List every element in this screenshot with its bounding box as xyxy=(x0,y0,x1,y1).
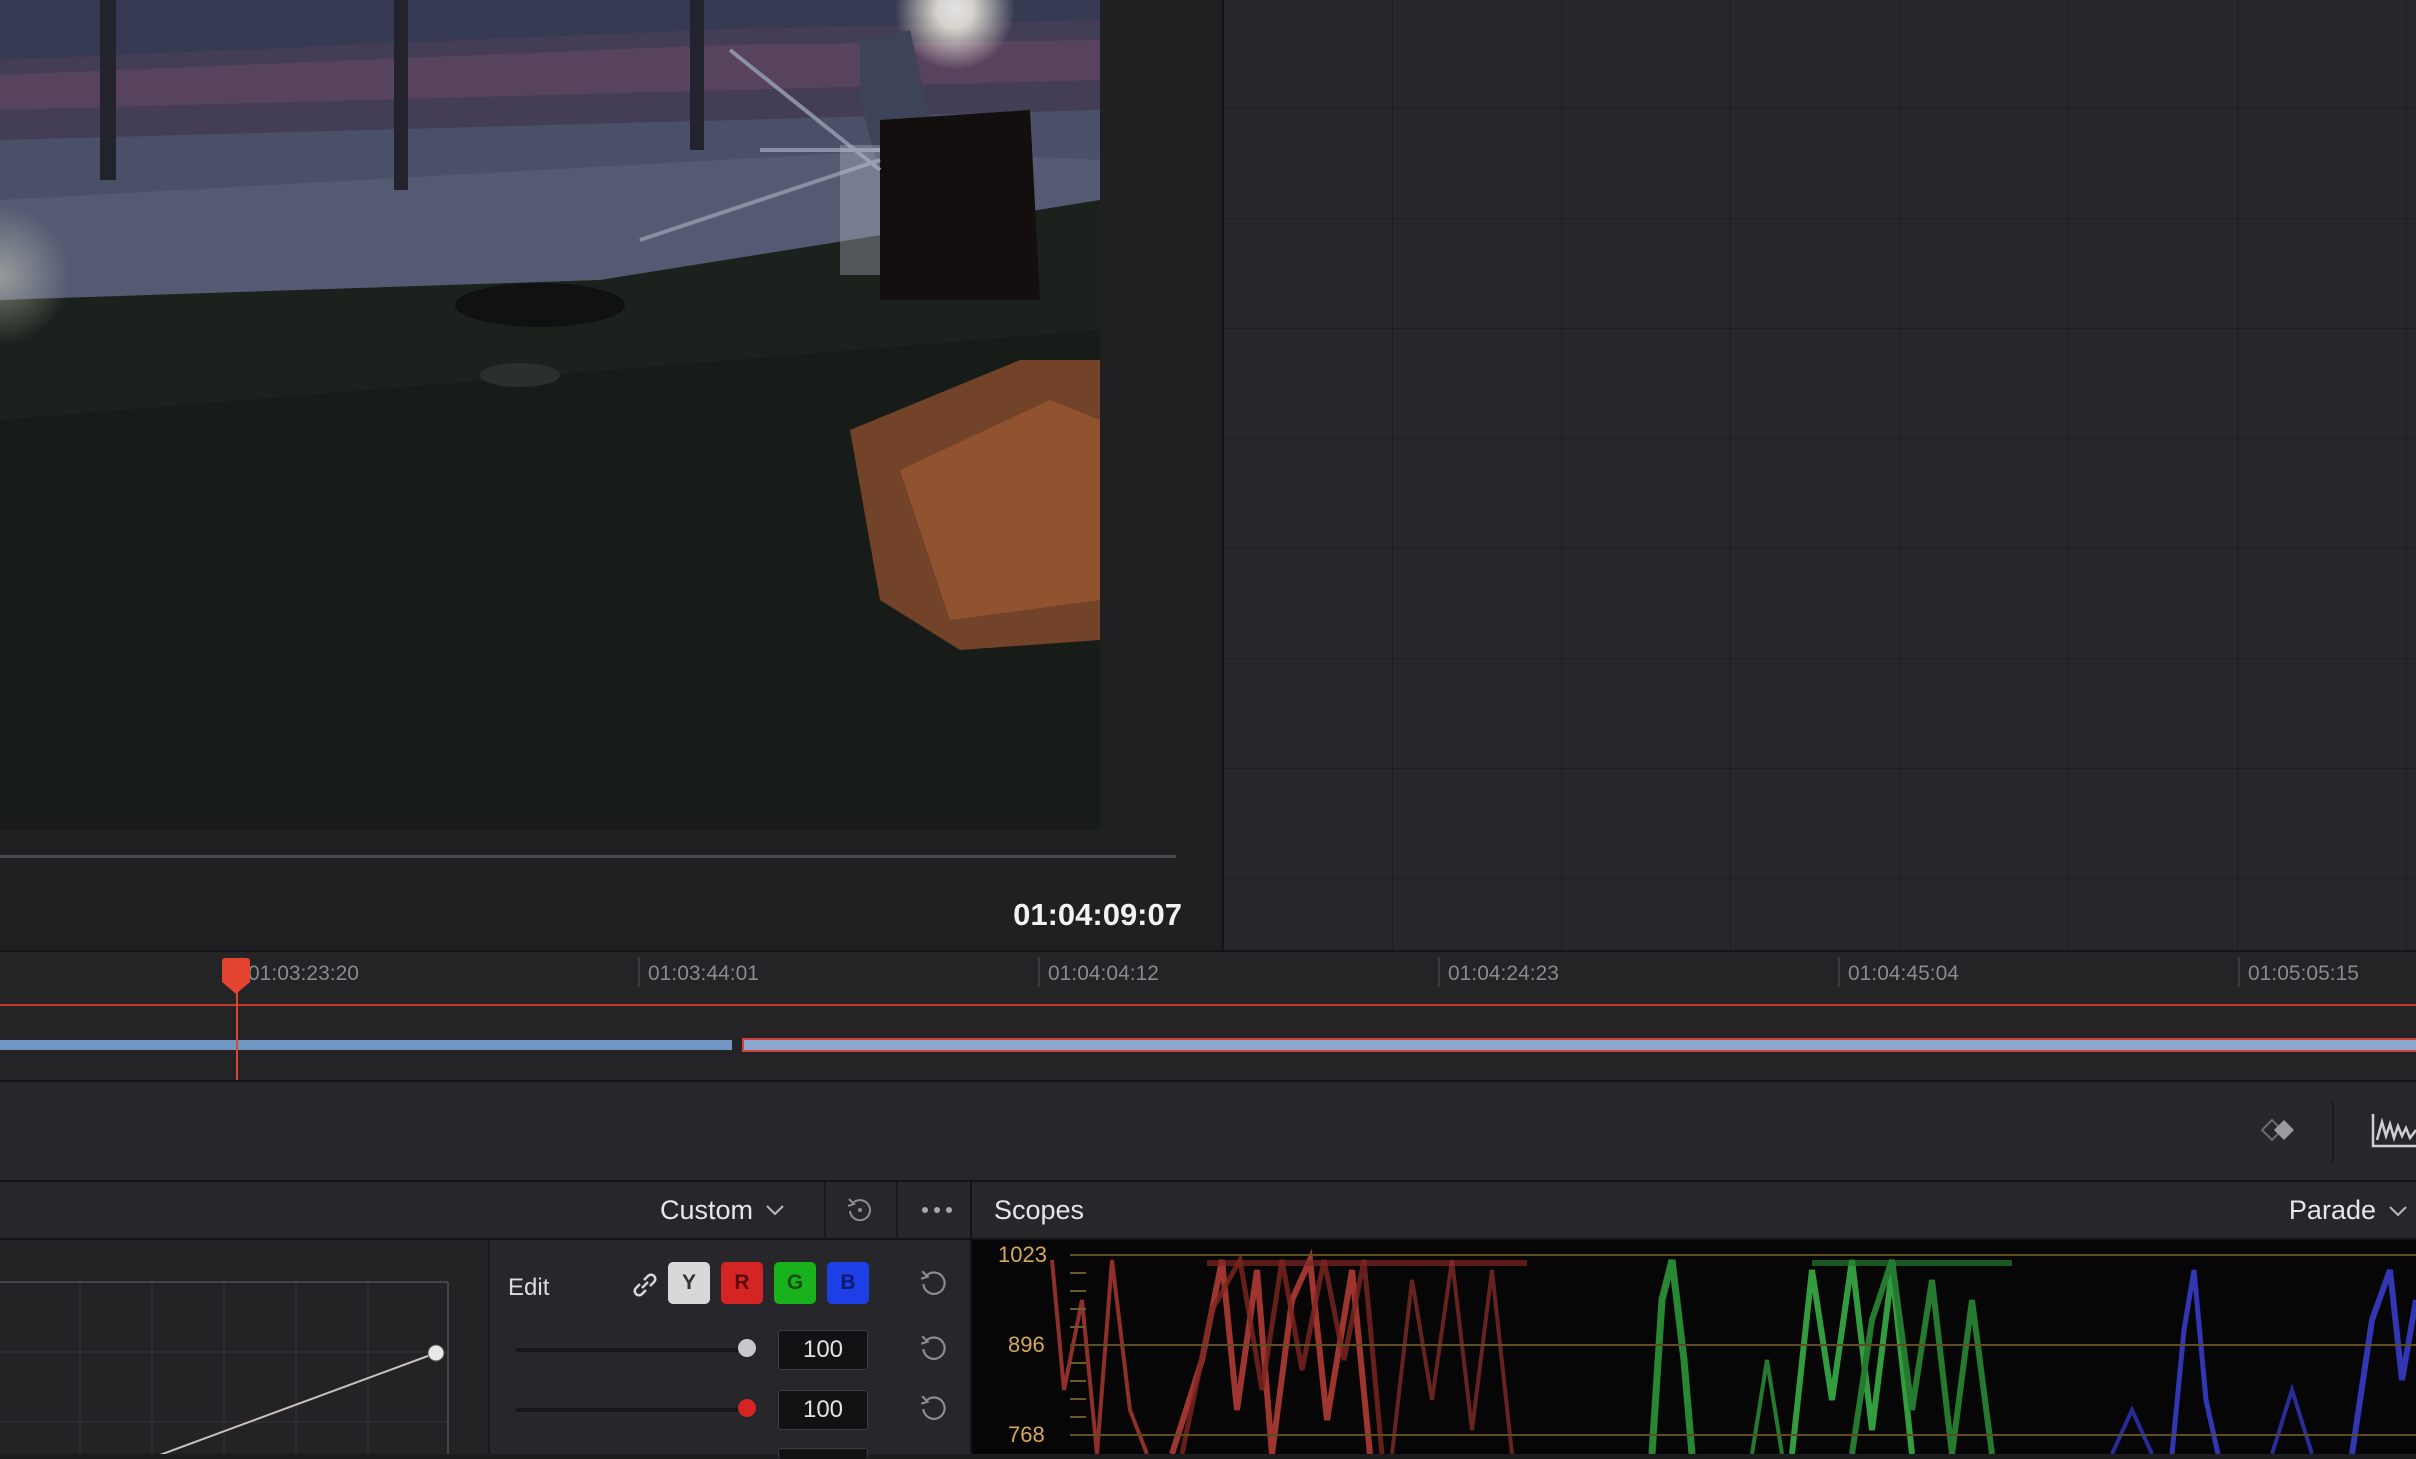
intensity-slider-knob[interactable] xyxy=(738,1399,756,1417)
header-divider xyxy=(896,1182,898,1238)
timeline-tick xyxy=(638,957,640,987)
curves-preset-label: Custom xyxy=(660,1194,754,1225)
timeline-tick xyxy=(2238,957,2240,987)
scope-scale-label: 896 xyxy=(1008,1332,1045,1357)
link-icon[interactable] xyxy=(630,1270,660,1300)
scopes-header: Scopes Parade xyxy=(972,1182,2416,1240)
scope-mode-label: Parade xyxy=(2288,1195,2376,1225)
intensity-value-field[interactable]: 100 xyxy=(778,1390,868,1430)
curve-graph[interactable] xyxy=(0,1240,490,1454)
video-image xyxy=(0,0,1100,830)
intensity-slider-track[interactable] xyxy=(516,1348,746,1352)
intensity-slider-knob[interactable] xyxy=(738,1339,756,1357)
reset-icon xyxy=(847,1198,871,1222)
timeline-clip-selected[interactable] xyxy=(742,1038,2416,1052)
intensity-value-field[interactable]: 100 xyxy=(778,1330,868,1370)
scope-scale-tick xyxy=(1070,1326,1086,1328)
curves-panel: Custom Edit Y R G B 100 100 xyxy=(0,1180,970,1459)
playhead-handle[interactable] xyxy=(222,958,250,982)
timeline-clip[interactable] xyxy=(0,1040,732,1050)
chevron-down-icon xyxy=(2389,1205,2407,1216)
keyframe-icon[interactable] xyxy=(2248,1115,2308,1145)
scope-scale-tick xyxy=(1070,1308,1086,1310)
timeline-tick-label: 01:03:23:20 xyxy=(248,962,359,985)
chevron-down-icon xyxy=(766,1205,784,1216)
palette-toolbar xyxy=(0,1080,2416,1182)
reset-icon[interactable] xyxy=(918,1267,950,1299)
scope-gridline xyxy=(1070,1434,2416,1436)
scope-scale-tick xyxy=(1070,1398,1086,1400)
intensity-slider-track[interactable] xyxy=(516,1408,746,1412)
node-editor-canvas[interactable] xyxy=(1224,0,2416,950)
scope-gridline xyxy=(1070,1254,2416,1256)
edit-label: Edit xyxy=(508,1274,550,1301)
timeline-range-line xyxy=(0,1004,2416,1006)
timeline-tick xyxy=(1438,957,1440,987)
timeline-tick-label: 01:04:24:23 xyxy=(1448,962,1559,985)
curves-preset-dropdown[interactable]: Custom xyxy=(660,1190,785,1230)
curves-reset-button[interactable] xyxy=(840,1192,880,1228)
channel-b-button[interactable]: B xyxy=(827,1262,869,1304)
timeline-tick-label: 01:05:05:15 xyxy=(2248,962,2359,985)
intensity-value-field[interactable] xyxy=(778,1448,868,1459)
scopes-panel: Scopes Parade 1023 896 768 xyxy=(972,1180,2416,1454)
curve-graph-svg xyxy=(0,1281,449,1454)
header-divider xyxy=(824,1182,826,1238)
scopes-title: Scopes xyxy=(994,1195,1085,1225)
playhead-handle-tip xyxy=(222,982,250,994)
toolbar-divider xyxy=(2332,1102,2334,1162)
waveform-icon[interactable] xyxy=(2370,1110,2416,1150)
timeline-tick-label: 01:04:45:04 xyxy=(1848,962,1959,985)
channel-g-button[interactable]: G xyxy=(774,1262,816,1304)
scope-scale-tick xyxy=(1070,1290,1086,1292)
scope-gridline xyxy=(1070,1344,2416,1346)
curves-divider xyxy=(488,1240,490,1454)
scope-scale-tick xyxy=(1070,1416,1086,1418)
parade-waveform xyxy=(1050,1248,2416,1454)
channel-r-button[interactable]: R xyxy=(721,1262,763,1304)
reset-icon[interactable] xyxy=(918,1392,950,1424)
reset-icon[interactable] xyxy=(918,1332,950,1364)
timeline-tick xyxy=(1038,957,1040,987)
viewer-timecode: 01:04:09:07 xyxy=(1013,897,1182,932)
more-options-icon[interactable] xyxy=(912,1192,962,1228)
scope-mode-dropdown[interactable]: Parade xyxy=(2289,1195,2408,1226)
parade-scope-display: 1023 896 768 xyxy=(972,1240,2416,1454)
viewer-scrub-bar[interactable] xyxy=(0,855,1176,858)
scope-scale-tick xyxy=(1070,1362,1086,1364)
viewer-panel: 01:04:09:07 xyxy=(0,0,1224,950)
curves-header: Custom xyxy=(0,1182,970,1240)
mini-timeline[interactable]: 01:03:23:20 01:03:44:01 01:04:04:12 01:0… xyxy=(0,950,2416,1082)
channel-y-button[interactable]: Y xyxy=(668,1262,710,1304)
video-frame[interactable] xyxy=(0,0,1100,830)
scope-scale-label: 768 xyxy=(1008,1422,1045,1447)
scope-scale-tick xyxy=(1070,1272,1086,1274)
timeline-tick xyxy=(1838,957,1840,987)
timeline-tick-label: 01:03:44:01 xyxy=(648,962,759,985)
scope-scale-label: 1023 xyxy=(998,1242,1047,1267)
scope-scale-tick xyxy=(1070,1380,1086,1382)
timeline-tick-label: 01:04:04:12 xyxy=(1048,962,1159,985)
